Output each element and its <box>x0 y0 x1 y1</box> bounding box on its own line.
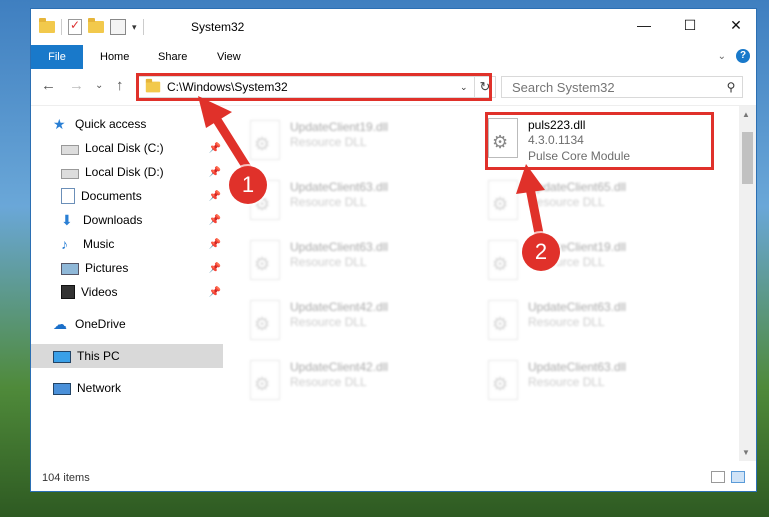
annotation-arrows <box>198 96 546 249</box>
desktop-background: { "window": { "title": "System32", "cont… <box>0 0 769 517</box>
arrow-2-head <box>516 164 545 194</box>
step-2-badge: 2 <box>522 233 560 271</box>
step-1-badge: 1 <box>229 166 267 204</box>
